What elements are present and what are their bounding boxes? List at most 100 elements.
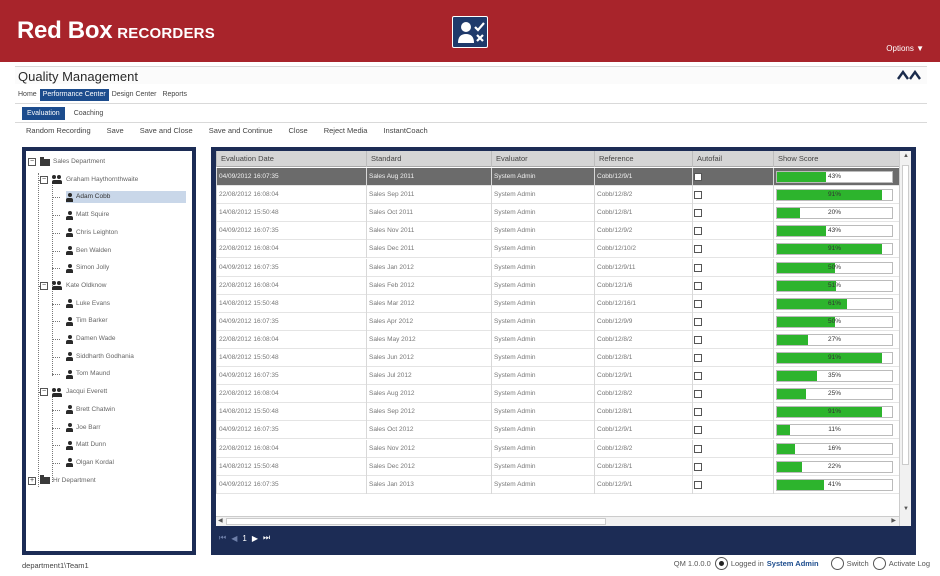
column-header-show-score[interactable]: Show Score [773, 151, 899, 167]
save-button[interactable]: Save [107, 126, 124, 135]
column-header-standard[interactable]: Standard [366, 151, 491, 167]
autofail-checkbox[interactable] [694, 209, 702, 218]
table-row[interactable]: 14/08/2012 15:50:48 Sales Jun 2012 System … [216, 349, 899, 367]
tab-evaluation[interactable]: Evaluation [22, 107, 65, 120]
tree-node-brett-chatwin[interactable]: Brett Chatwin [66, 404, 115, 416]
tree-expander-icon[interactable]: − [40, 175, 48, 184]
autofail-checkbox[interactable] [694, 299, 702, 308]
save-and-continue-button[interactable]: Save and Continue [209, 126, 273, 135]
table-row[interactable]: 04/09/2012 16:07:35 Sales Jul 2012 System … [216, 367, 899, 386]
scroll-up-icon[interactable]: ▲ [903, 153, 909, 159]
scroll-down-icon[interactable]: ▼ [903, 506, 909, 512]
table-row[interactable]: 14/08/2012 15:50:48 Sales Oct 2011 System … [216, 204, 899, 223]
tree-node-damen-wade[interactable]: Damen Wade [66, 333, 116, 345]
tree-node-hr-department[interactable]: Hr Department [40, 475, 96, 487]
table-row[interactable]: 22/08/2012 16:08:04 Sales Dec 2011 System … [216, 240, 899, 259]
table-row[interactable]: 04/09/2012 16:07:35 Sales Apr 2012 System … [216, 312, 899, 331]
table-row[interactable]: 04/09/2012 16:07:35 Sales Jan 2013 System … [216, 475, 899, 494]
tree-node-graham-haythornthwaite[interactable]: Graham Haythornthwaite [52, 174, 138, 186]
close-button[interactable]: Close [289, 126, 308, 135]
column-header-evaluation-date[interactable]: Evaluation Date [216, 151, 366, 167]
autofail-checkbox[interactable] [694, 444, 702, 453]
nav-tab-performance-center[interactable]: Performance Center [39, 89, 109, 101]
table-row[interactable]: 22/08/2012 16:08:04 Sales Aug 2012 System … [216, 385, 899, 404]
first-page-icon[interactable]: ⏮ [219, 533, 226, 543]
table-row[interactable]: 04/09/2012 16:07:35 Sales Jan 2012 System … [216, 258, 899, 277]
table-cell-standard: Sales Sep 2011 [366, 186, 491, 205]
random-recording-button[interactable]: Random Recording [26, 126, 91, 135]
table-cell-evaluator: System Admin [491, 439, 594, 458]
tree-node-tom-maund[interactable]: Tom Maund [66, 368, 110, 380]
autofail-checkbox[interactable] [694, 372, 702, 381]
table-row[interactable]: 22/08/2012 16:08:04 Sales Nov 2012 System … [216, 439, 899, 458]
last-page-icon[interactable]: ⏭ [263, 533, 270, 543]
autofail-checkbox[interactable] [694, 281, 702, 290]
next-page-icon[interactable]: ▶ [252, 534, 258, 543]
tree-node-kate-oldknow[interactable]: Kate Oldknow [52, 280, 106, 292]
tree-expander-icon[interactable]: − [40, 388, 48, 397]
table-row[interactable]: 22/08/2012 16:08:04 Sales May 2012 System … [216, 330, 899, 349]
options-menu[interactable]: Options ▼ [886, 44, 924, 53]
column-header-autofail[interactable]: Autofail [692, 151, 773, 167]
autofail-checkbox[interactable] [694, 245, 702, 254]
instantcoach-button[interactable]: InstantCoach [383, 126, 427, 135]
table-row[interactable]: 14/08/2012 15:50:48 Sales Mar 2012 System … [216, 294, 899, 313]
switch-radio[interactable] [830, 557, 844, 570]
autofail-checkbox[interactable] [694, 462, 702, 471]
reject-media-button[interactable]: Reject Media [324, 126, 368, 135]
score-label: 91% [827, 245, 841, 253]
tree-node-matt-dunn[interactable]: Matt Dunn [66, 439, 106, 451]
autofail-checkbox[interactable] [694, 426, 702, 435]
table-row[interactable]: 22/08/2012 16:08:04 Sales Sep 2011 System … [216, 186, 899, 205]
vertical-scrollbar[interactable]: ▲ ▼ [899, 151, 911, 526]
tab-coaching[interactable]: Coaching [69, 107, 109, 120]
tree-node-siddharth-godhania[interactable]: Siddharth Godhania [66, 351, 134, 363]
autofail-checkbox[interactable] [694, 191, 702, 200]
prev-page-icon[interactable]: ◀ [231, 534, 237, 543]
table-row[interactable]: 22/08/2012 16:08:04 Sales Feb 2012 System … [216, 276, 899, 295]
activate-log-radio[interactable] [872, 557, 886, 570]
nav-tab-home[interactable]: Home [15, 89, 40, 101]
table-row[interactable]: 14/08/2012 15:50:48 Sales Sep 2012 System … [216, 403, 899, 422]
tree-expander-icon[interactable]: − [40, 281, 48, 290]
autofail-checkbox[interactable] [694, 480, 702, 489]
tree-node-adam-cobb[interactable]: Adam Cobb [66, 191, 186, 204]
tree-connector [52, 303, 60, 305]
scroll-left-icon[interactable]: ◀ [218, 517, 223, 524]
scroll-thumb[interactable] [226, 518, 606, 525]
tree-node-simon-jolly[interactable]: Simon Jolly [66, 262, 109, 274]
autofail-checkbox[interactable] [694, 173, 702, 181]
save-and-close-button[interactable]: Save and Close [140, 126, 193, 135]
collapse-icon[interactable] [897, 69, 921, 83]
column-header-reference[interactable]: Reference [594, 151, 692, 167]
scroll-thumb[interactable] [902, 165, 909, 465]
tree-node-joe-barr[interactable]: Joe Barr [66, 422, 101, 434]
table-row[interactable]: 14/08/2012 15:50:48 Sales Dec 2012 System … [216, 457, 899, 476]
nav-tab-reports[interactable]: Reports [159, 89, 190, 101]
tree-node-sales-department[interactable]: Sales Department [40, 156, 105, 168]
autofail-checkbox[interactable] [694, 263, 702, 272]
autofail-checkbox[interactable] [694, 408, 702, 417]
tree-node-tim-barker[interactable]: Tim Barker [66, 315, 108, 327]
table-row[interactable]: 04/09/2012 16:07:35 Sales Aug 2011 System … [216, 168, 899, 186]
tree-node-olgan-kordal[interactable]: Olgan Kordal [66, 457, 114, 469]
logged-in-radio[interactable] [714, 557, 728, 570]
autofail-checkbox[interactable] [694, 227, 702, 236]
tree-expander-icon[interactable]: + [28, 476, 36, 485]
scroll-right-icon[interactable]: ▶ [891, 517, 896, 524]
tree-node-luke-evans[interactable]: Luke Evans [66, 298, 110, 310]
horizontal-scrollbar[interactable]: ◀ ▶ [216, 516, 899, 526]
autofail-checkbox[interactable] [694, 335, 702, 344]
tree-node-chris-leighton[interactable]: Chris Leighton [66, 227, 118, 239]
tree-node-matt-squire[interactable]: Matt Squire [66, 209, 109, 221]
table-row[interactable]: 04/09/2012 16:07:35 Sales Nov 2011 System … [216, 222, 899, 241]
tree-node-ben-walden[interactable]: Ben Walden [66, 245, 111, 257]
table-row[interactable]: 04/09/2012 16:07:35 Sales Oct 2012 System … [216, 421, 899, 440]
column-header-evaluator[interactable]: Evaluator [491, 151, 594, 167]
autofail-checkbox[interactable] [694, 390, 702, 399]
tree-node-jacqui-everett[interactable]: Jacqui Everett [52, 386, 107, 398]
autofail-checkbox[interactable] [694, 317, 702, 326]
autofail-checkbox[interactable] [694, 354, 702, 362]
nav-tab-design-center[interactable]: Design Center [109, 89, 160, 101]
tree-expander-icon[interactable]: − [28, 158, 36, 166]
